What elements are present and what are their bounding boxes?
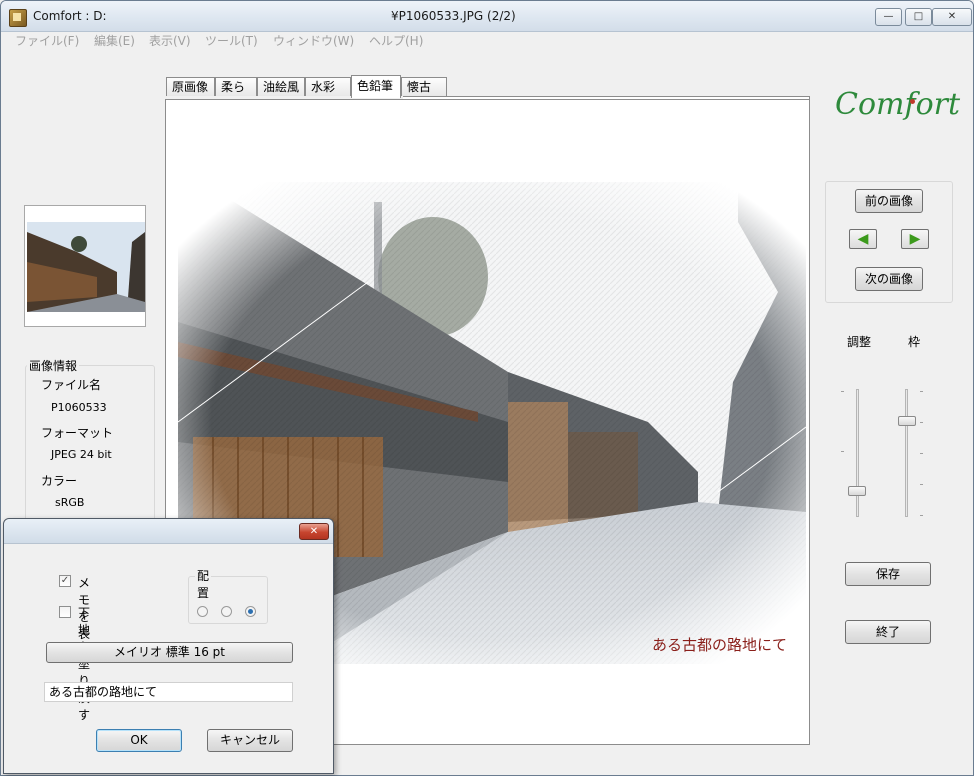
format-label: フォーマット [41,426,114,440]
comfort-logo: Comfort [835,87,961,122]
fill-background-label: 下地を塗り潰す [78,606,91,722]
menu-window[interactable]: ウィンドウ(W) [273,32,354,49]
tab-original[interactable]: 原画像 [166,77,215,96]
placement-radio-center[interactable] [221,606,232,617]
slider-tick [920,515,923,516]
frame-label: 枠 [908,335,921,349]
tab-soft[interactable]: 柔らか [215,77,257,113]
slider-tick [841,391,844,392]
left-arrow-button[interactable]: ◀ [849,229,877,249]
save-button[interactable]: 保存 [845,562,931,586]
arrow-left-icon: ◀ [857,231,869,247]
slider-tick [920,453,923,454]
color-value: sRGB [55,496,85,509]
exit-button[interactable]: 終了 [845,620,931,644]
memo-caption: ある古都の路地にて [652,636,788,654]
image-info-heading: 画像情報 [27,357,80,374]
memo-text-input[interactable]: ある古都の路地にて [44,682,293,702]
checkmark-icon: ✓ [60,575,70,586]
placement-radio-left[interactable] [197,606,208,617]
file-path-title: ¥P1060533.JPG (2/2) [391,9,516,23]
next-image-button[interactable]: 次の画像 [855,267,923,291]
tab-retro[interactable]: 懐古調 [401,77,447,113]
format-value: JPEG 24 bit [51,448,112,461]
tab-oil[interactable]: 油絵風 [257,77,305,96]
file-name-value: P1060533 [51,401,107,414]
thumbnail-image [27,222,145,312]
cancel-button[interactable]: キャンセル [207,729,293,752]
menu-view[interactable]: 表示(V) [149,32,191,49]
show-memo-checkbox[interactable]: ✓ [59,575,71,587]
font-select-button[interactable]: メイリオ 標準 16 pt [46,642,293,663]
title-bar: Comfort : D: ¥P1060533.JPG (2/2) — □ ✕ [1,1,973,32]
color-label: カラー [41,474,78,488]
tab-colored-pencil[interactable]: 色鉛筆 [351,75,401,98]
close-button[interactable]: ✕ [932,8,972,26]
adjust-slider-track[interactable] [856,389,859,517]
slider-tick [920,422,923,423]
dialog-title-bar: ✕ [4,519,333,544]
prev-image-button[interactable]: 前の画像 [855,189,923,213]
frame-slider-track[interactable] [905,389,908,517]
menu-bar: ファイル(F) 編集(E) 表示(V) ツール(T) ウィンドウ(W) ヘルプ(… [1,31,973,49]
slider-tick [920,391,923,392]
placement-label: 配置 [195,567,212,601]
app-icon [9,9,27,27]
placement-radio-right[interactable] [245,606,256,617]
menu-edit[interactable]: 編集(E) [94,32,135,49]
menu-tools[interactable]: ツール(T) [205,32,258,49]
logo-dot [910,99,915,104]
thumbnail-frame[interactable] [24,205,146,327]
file-name-label: ファイル名 [41,378,102,392]
frame-slider-thumb[interactable] [898,416,916,426]
menu-help[interactable]: ヘルプ(H) [369,32,423,49]
ok-button[interactable]: OK [96,729,182,752]
dialog-close-button[interactable]: ✕ [299,523,329,540]
right-arrow-button[interactable]: ▶ [901,229,929,249]
minimize-button[interactable]: — [875,8,902,26]
maximize-button[interactable]: □ [905,8,932,26]
slider-tick [841,451,844,452]
adjust-slider-thumb[interactable] [848,486,866,497]
tab-watercolor[interactable]: 水彩風 [305,77,351,113]
arrow-right-icon: ▶ [909,231,921,247]
fill-background-checkbox[interactable] [59,606,71,618]
menu-file[interactable]: ファイル(F) [15,32,79,49]
adjust-label: 調整 [847,335,872,349]
slider-tick [920,484,923,485]
window-title: Comfort : D: [33,9,107,23]
